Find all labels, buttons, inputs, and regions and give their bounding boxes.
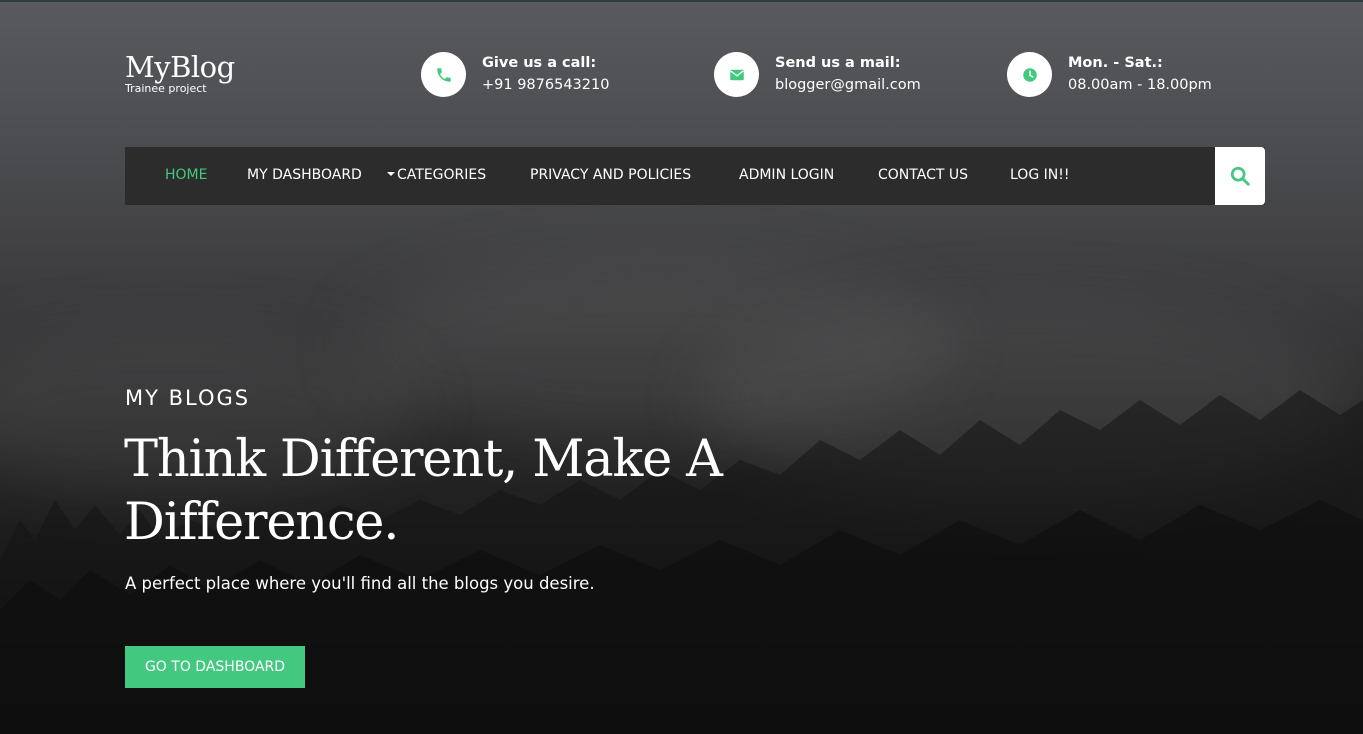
- search-button[interactable]: [1215, 147, 1265, 205]
- nav-log-in[interactable]: LOG IN!!: [1010, 167, 1069, 184]
- nav-admin-login[interactable]: ADMIN LOGIN: [739, 167, 834, 184]
- nav-my-dashboard[interactable]: MY DASHBOARD: [247, 167, 362, 184]
- contact-hours-label: Mon. - Sat.:: [1068, 55, 1163, 71]
- contact-mail-label: Send us a mail:: [775, 55, 901, 71]
- contact-hours: Mon. - Sat.: 08.00am - 18.00pm: [1007, 52, 1212, 97]
- site-logo[interactable]: MyBlog Trainee project: [125, 50, 235, 95]
- contact-hours-value: 08.00am - 18.00pm: [1068, 77, 1212, 93]
- phone-icon: [421, 52, 466, 97]
- nav-categories-label: CATEGORIES: [397, 167, 487, 183]
- logo-title: MyBlog: [125, 50, 235, 84]
- contact-phone-value: +91 9876543210: [482, 77, 610, 93]
- nav-contact-us[interactable]: CONTACT US: [878, 167, 968, 184]
- go-to-dashboard-button[interactable]: GO TO DASHBOARD: [125, 646, 305, 688]
- nav-home[interactable]: HOME: [165, 167, 207, 184]
- contact-phone: Give us a call: +91 9876543210: [421, 52, 609, 97]
- hero-background: [0, 0, 1363, 734]
- contact-phone-label: Give us a call:: [482, 55, 597, 71]
- mail-icon: [714, 52, 759, 97]
- clock-icon: [1007, 52, 1052, 97]
- nav-privacy-and-policies[interactable]: PRIVACY AND POLICIES: [530, 167, 691, 184]
- caret-down-icon: [387, 172, 395, 176]
- contact-mail: Send us a mail: blogger@gmail.com: [714, 52, 921, 97]
- contact-mail-value: blogger@gmail.com: [775, 77, 921, 93]
- main-navbar: HOME MY DASHBOARD CATEGORIES PRIVACY AND…: [125, 147, 1265, 205]
- hero-kicker: MY BLOGS: [125, 386, 251, 410]
- forest-silhouette: [0, 390, 1363, 734]
- top-border: [0, 0, 1363, 2]
- hero-headline: Think Different, Make A Difference.: [124, 430, 723, 552]
- hero-subline: A perfect place where you'll find all th…: [125, 574, 595, 593]
- nav-categories[interactable]: CATEGORIES: [387, 167, 486, 184]
- search-icon: [1230, 166, 1250, 186]
